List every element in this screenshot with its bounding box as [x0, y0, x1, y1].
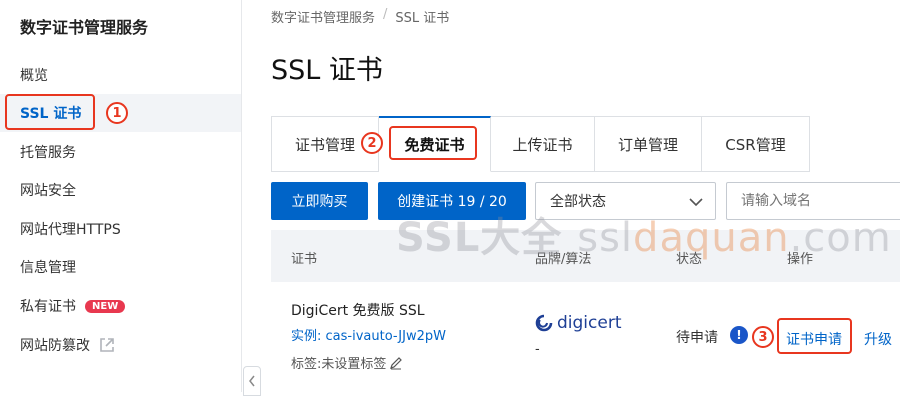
sidebar-item-info-management[interactable]: 信息管理: [0, 248, 241, 286]
breadcrumb-separator: /: [383, 7, 388, 22]
tab-label: 证书管理: [294, 135, 355, 154]
column-header-status: 状态: [676, 252, 703, 267]
sidebar-item-label: 网站安全: [20, 183, 76, 199]
sidebar-item-label: 网站防篡改: [20, 338, 90, 354]
breadcrumb: 数字证书管理服务 / SSL 证书: [271, 7, 449, 26]
sidebar-title: 数字证书管理服务: [20, 18, 149, 37]
breadcrumb-current: SSL 证书: [395, 11, 450, 26]
tab-upload-certificate[interactable]: 上传证书: [491, 116, 595, 172]
sidebar-item-label: 网站代理HTTPS: [20, 222, 121, 238]
tags-text: 标签:未设置标签: [291, 357, 387, 372]
column-header-certificate: 证书: [291, 252, 318, 267]
new-badge: NEW: [85, 299, 126, 313]
sidebar-item-label: 托管服务: [20, 145, 76, 161]
sidebar-item-website-security[interactable]: 网站安全: [0, 171, 241, 209]
column-header-brand: 品牌/算法: [535, 252, 592, 267]
tab-csr-management[interactable]: CSR管理: [702, 116, 810, 172]
annotation-box-ssl: [5, 94, 95, 130]
sidebar-item-https-proxy[interactable]: 网站代理HTTPS: [0, 210, 241, 248]
sidebar: 数字证书管理服务 概览 SSL 证书 托管服务 网站安全 网站代理HTTPS 信…: [0, 0, 242, 392]
tab-label: CSR管理: [725, 135, 786, 154]
sidebar-item-managed-service[interactable]: 托管服务: [0, 133, 241, 171]
tab-order-management[interactable]: 订单管理: [595, 116, 702, 172]
column-header-actions: 操作: [787, 252, 814, 267]
sidebar-item-label: 私有证书: [20, 299, 76, 315]
info-icon[interactable]: !: [730, 326, 748, 344]
sidebar-item-label: 信息管理: [20, 260, 76, 276]
certificate-tags: 标签:未设置标签: [291, 353, 403, 372]
table-header: 证书 品牌/算法 状态 操作: [271, 230, 900, 282]
digicert-logo: digicert: [535, 313, 622, 333]
certificate-name: DigiCert 免费版 SSL: [291, 303, 425, 319]
brand-name: digicert: [557, 313, 622, 333]
sidebar-item-overview[interactable]: 概览: [0, 56, 241, 94]
status-select-value: 全部状态: [550, 194, 606, 210]
sidebar-item-label: 概览: [20, 68, 48, 84]
annotation-box-apply: [777, 318, 852, 354]
tab-label: 订单管理: [617, 135, 678, 154]
breadcrumb-root[interactable]: 数字证书管理服务: [271, 7, 375, 26]
annotation-box-free-cert: [389, 126, 477, 160]
annotation-number-two: 2: [361, 132, 383, 154]
edit-icon[interactable]: [389, 356, 403, 370]
page-title: SSL 证书: [271, 55, 383, 86]
annotation-number-three: 3: [752, 326, 774, 348]
annotation-number-one: 1: [106, 102, 128, 124]
digicert-logo-mark: [535, 314, 553, 332]
sidebar-item-tamper-protection[interactable]: 网站防篡改: [0, 326, 241, 364]
upgrade-link[interactable]: 升级: [864, 329, 892, 349]
algorithm-value: -: [535, 342, 540, 357]
chevron-left-icon: [249, 375, 255, 387]
chevron-down-icon: [689, 198, 703, 207]
buy-now-button[interactable]: 立即购买: [271, 182, 368, 220]
external-link-icon: [99, 337, 115, 353]
domain-search-input[interactable]: [726, 182, 900, 220]
status-select[interactable]: 全部状态: [535, 182, 716, 220]
certificate-instance[interactable]: 实例: cas-ivauto-JJw2pW: [291, 325, 446, 344]
sidebar-item-private-certificates[interactable]: 私有证书 NEW: [0, 287, 241, 325]
tab-bar: 证书管理 免费证书 上传证书 订单管理 CSR管理: [271, 116, 810, 172]
status-value: 待申请: [676, 330, 718, 346]
create-certificate-button[interactable]: 创建证书 19 / 20: [378, 182, 526, 220]
tab-label: 上传证书: [512, 135, 573, 154]
